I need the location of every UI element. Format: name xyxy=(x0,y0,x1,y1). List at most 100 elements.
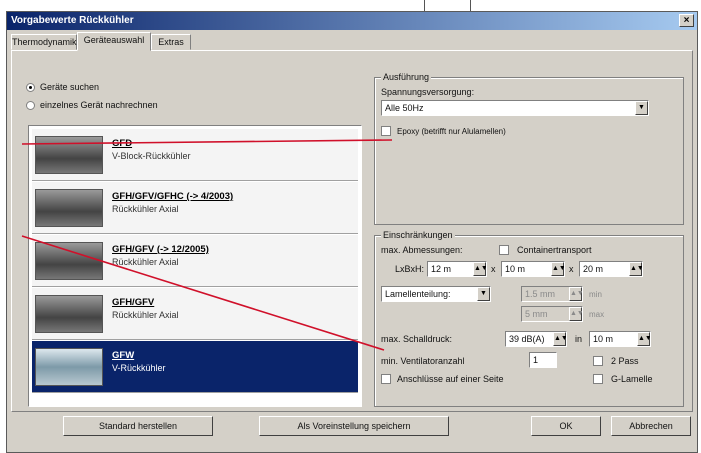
device-type: V-Rückkühler xyxy=(112,363,166,373)
fin-max-value: 5 mm xyxy=(525,309,548,319)
device-type: Rückkühler Axial xyxy=(112,310,179,320)
spinner-arrows-icon: ▲▼ xyxy=(629,262,642,276)
ausfuehrung-group: Ausführung Spannungsversorgung: Alle 50H… xyxy=(374,72,684,225)
length-value: 12 m xyxy=(431,264,452,274)
radio-recalc-device[interactable] xyxy=(26,101,35,110)
sound-spinner[interactable]: 39 dB(A) ▲▼ xyxy=(505,331,567,347)
device-name: GFH/GFV xyxy=(112,297,155,308)
two-pass-checkbox[interactable] xyxy=(593,356,603,366)
voltage-label: Spannungsversorgung: xyxy=(381,87,475,97)
device-thumbnail xyxy=(35,189,103,227)
device-item-gfh-gfv-gfhc[interactable]: GFH/GFV/GFHC (-> 4/2003) Rückkühler Axia… xyxy=(32,182,358,234)
one-side-checkbox[interactable] xyxy=(381,374,391,384)
times-sign: x xyxy=(569,264,574,274)
restore-default-button[interactable]: Standard herstellen xyxy=(63,416,213,436)
spinner-arrows-icon: ▲▼ xyxy=(637,332,650,346)
ok-label: OK xyxy=(559,421,573,431)
fin-spacing-select[interactable]: Lamellenteilung: ▼ xyxy=(381,286,491,302)
tab-label: Extras xyxy=(158,37,184,47)
restore-default-label: Standard herstellen xyxy=(98,421,178,431)
ausfuehrung-title: Ausführung xyxy=(381,72,432,83)
tab-extras[interactable]: Extras xyxy=(151,34,191,50)
device-type: V-Block-Rückkühler xyxy=(112,151,191,161)
radio-recalc-label: einzelnes Gerät nachrechnen xyxy=(40,100,158,110)
distance-value: 10 m xyxy=(593,334,614,344)
epoxy-label: Epoxy (betrifft nur Alulamellen) xyxy=(397,127,506,136)
close-button[interactable]: × xyxy=(679,14,694,27)
container-checkbox[interactable] xyxy=(499,245,509,255)
tab-label: Geräteauswahl xyxy=(83,35,145,45)
einschraenkungen-group: Einschränkungen max. Abmessungen: Contai… xyxy=(374,230,684,407)
device-thumbnail xyxy=(35,136,103,174)
voltage-select[interactable]: Alle 50Hz ▼ xyxy=(381,100,649,116)
einschraenkungen-title: Einschränkungen xyxy=(381,230,455,241)
g-fin-label: G-Lamelle xyxy=(611,374,653,384)
tab-panel: Geräte suchen einzelnes Gerät nachrechne… xyxy=(11,50,693,412)
device-thumbnail xyxy=(35,242,103,280)
distance-spinner[interactable]: 10 m ▲▼ xyxy=(589,331,651,347)
height-value: 20 m xyxy=(583,264,604,274)
device-item-gfh-gfv-2005[interactable]: GFH/GFV (-> 12/2005) Rückkühler Axial xyxy=(32,235,358,287)
spinner-arrows-icon: ▲▼ xyxy=(569,307,582,321)
container-label: Containertransport xyxy=(517,245,592,255)
spinner-arrows-icon: ▲▼ xyxy=(473,262,486,276)
chevron-down-icon: ▼ xyxy=(635,101,648,115)
tab-thermodynamik[interactable]: Thermodynamik xyxy=(11,34,77,50)
fin-max-spinner[interactable]: 5 mm ▲▼ xyxy=(521,306,583,322)
two-pass-label: 2 Pass xyxy=(611,356,639,366)
background-window-border xyxy=(424,0,425,11)
g-fin-checkbox[interactable] xyxy=(593,374,603,384)
dialog-titlebar: Vorgabewerte Rückkühler × xyxy=(7,12,697,30)
device-list: GFD V-Block-Rückkühler GFH/GFV/GFHC (-> … xyxy=(28,125,362,407)
fans-label: min. Ventilatoranzahl xyxy=(381,356,465,366)
tab-geraeteauswahl[interactable]: Geräteauswahl xyxy=(77,32,151,51)
device-item-gfh-gfv[interactable]: GFH/GFV Rückkühler Axial xyxy=(32,288,358,340)
device-name: GFD xyxy=(112,138,133,149)
spinner-arrows-icon: ▲▼ xyxy=(569,287,582,301)
save-default-label: Als Voreinstellung speichern xyxy=(297,421,411,431)
background-window-border-2 xyxy=(470,0,471,11)
fin-min-value: 1.5 mm xyxy=(525,289,556,299)
save-default-button[interactable]: Als Voreinstellung speichern xyxy=(259,416,449,436)
device-name: GFW xyxy=(112,350,135,361)
device-type: Rückkühler Axial xyxy=(112,257,179,267)
voltage-value: Alle 50Hz xyxy=(385,103,424,113)
device-item-gfw[interactable]: GFW V-Rückkühler xyxy=(32,341,358,393)
lxbxh-label: LxBxH: xyxy=(395,264,425,274)
device-thumbnail xyxy=(35,348,103,386)
width-value: 10 m xyxy=(505,264,526,274)
distance-label: in xyxy=(575,334,583,344)
fin-max-unit: max xyxy=(589,310,605,319)
spinner-arrows-icon: ▲▼ xyxy=(553,332,566,346)
radio-search-label: Geräte suchen xyxy=(40,82,100,92)
cancel-button[interactable]: Abbrechen xyxy=(611,416,691,436)
epoxy-checkbox[interactable] xyxy=(381,126,391,136)
one-side-label: Anschlüsse auf einer Seite xyxy=(397,374,504,384)
fans-value: 1 xyxy=(533,355,539,365)
spinner-arrows-icon: ▲▼ xyxy=(551,262,564,276)
height-spinner[interactable]: 20 m ▲▼ xyxy=(579,261,643,277)
dialog-window: Vorgabewerte Rückkühler × Thermodynamik … xyxy=(6,11,698,453)
tab-label: Thermodynamik xyxy=(12,37,77,47)
sound-value: 39 dB(A) xyxy=(509,334,545,344)
times-sign: x xyxy=(491,264,496,274)
dialog-title: Vorgabewerte Rückkühler xyxy=(11,15,134,26)
device-name: GFH/GFV/GFHC (-> 4/2003) xyxy=(112,191,234,202)
cancel-label: Abbrechen xyxy=(629,421,673,431)
width-spinner[interactable]: 10 m ▲▼ xyxy=(501,261,565,277)
max-dims-label: max. Abmessungen: xyxy=(381,245,463,255)
sound-label: max. Schalldruck: xyxy=(381,334,453,344)
fin-min-spinner[interactable]: 1.5 mm ▲▼ xyxy=(521,286,583,302)
fans-input[interactable]: 1 xyxy=(529,352,557,368)
chevron-down-icon: ▼ xyxy=(477,287,490,301)
ok-button[interactable]: OK xyxy=(531,416,601,436)
radio-search-devices[interactable] xyxy=(26,83,35,92)
fin-min-unit: min xyxy=(589,290,602,299)
device-name: GFH/GFV (-> 12/2005) xyxy=(112,244,209,255)
device-item-gfd[interactable]: GFD V-Block-Rückkühler xyxy=(32,129,358,181)
device-type: Rückkühler Axial xyxy=(112,204,179,214)
device-thumbnail xyxy=(35,295,103,333)
fin-spacing-value: Lamellenteilung: xyxy=(385,289,451,299)
length-spinner[interactable]: 12 m ▲▼ xyxy=(427,261,487,277)
close-icon: × xyxy=(683,15,690,26)
